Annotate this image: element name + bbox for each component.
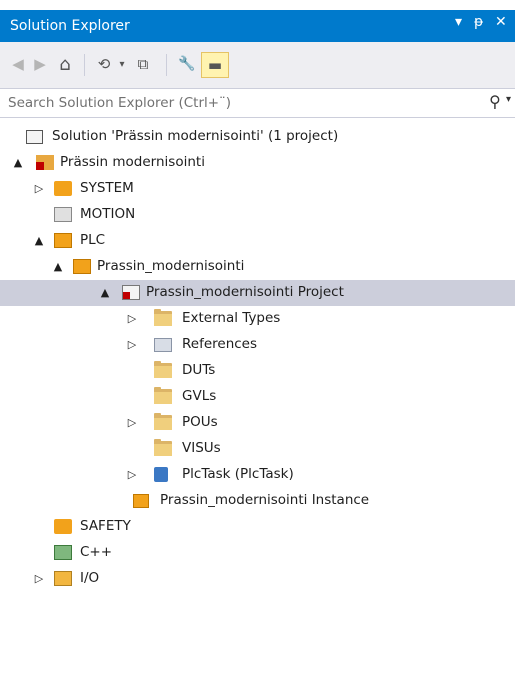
tree-item-pous[interactable]: ▷ POUs <box>0 410 515 436</box>
tree-item-external-types[interactable]: ▷ External Types <box>0 306 515 332</box>
home-icon[interactable]: ⌂ <box>54 52 76 76</box>
collapse-icon[interactable]: ▲ <box>12 156 24 169</box>
tree-item-label: External Types <box>182 310 281 326</box>
toolbar-separator <box>84 54 85 76</box>
preview-selected-items-icon[interactable]: ▬ <box>201 52 229 78</box>
pending-changes-dropdown-icon[interactable]: ▾ <box>117 52 127 76</box>
plc-project-icon <box>73 259 91 274</box>
expand-icon[interactable]: ▷ <box>126 312 138 325</box>
motion-icon <box>54 207 72 222</box>
tree-item-plc-project[interactable]: ▲ Prassin_modernisointi <box>0 254 515 280</box>
folder-icon <box>154 413 172 430</box>
expand-icon[interactable]: ▷ <box>33 572 45 585</box>
title-bar: Solution Explorer ▾ ᵽ ✕ <box>0 0 515 42</box>
search-input[interactable]: Search Solution Explorer (Ctrl+¨) <box>8 95 231 111</box>
plc-project-file-icon <box>122 285 140 300</box>
search-icon[interactable]: ⚲ <box>489 92 501 111</box>
tree-item-cpp[interactable]: C++ <box>0 540 515 566</box>
tree-item-label: POUs <box>182 414 218 430</box>
tree-item-label: PlcTask (PlcTask) <box>182 466 294 482</box>
folder-icon <box>154 387 172 404</box>
tree-item-motion[interactable]: MOTION <box>0 202 515 228</box>
tree-item-references[interactable]: ▷ References <box>0 332 515 358</box>
cpp-icon <box>54 545 72 560</box>
window-title: Solution Explorer <box>10 18 130 34</box>
tree-item-solution[interactable]: Solution 'Prässin modernisointi' (1 proj… <box>0 124 515 150</box>
tree-item-safety[interactable]: SAFETY <box>0 514 515 540</box>
tree-item-duts[interactable]: DUTs <box>0 358 515 384</box>
tree-item-label: SAFETY <box>80 518 131 534</box>
tree-item-label: Prässin modernisointi <box>60 154 205 170</box>
tree-item-label: References <box>182 336 258 352</box>
tree-item-label: VISUs <box>182 440 221 456</box>
close-icon[interactable]: ✕ <box>495 14 507 30</box>
tree-item-label: C++ <box>80 544 113 560</box>
folder-icon <box>154 439 172 456</box>
tree-item-label: DUTs <box>182 362 216 378</box>
toolbar-separator <box>166 54 167 76</box>
plc-icon <box>54 233 72 248</box>
tree-item-label: GVLs <box>182 388 217 404</box>
tree-item-plc-project-file[interactable]: ▲ Prassin_modernisointi Project <box>0 280 515 306</box>
tree-item-label: Prassin_modernisointi Instance <box>160 492 370 508</box>
folder-icon <box>154 361 172 378</box>
search-options-dropdown-icon[interactable]: ▾ <box>506 94 511 105</box>
io-icon <box>54 571 72 586</box>
tree-item-visus[interactable]: VISUs <box>0 436 515 462</box>
tree-item-gvls[interactable]: GVLs <box>0 384 515 410</box>
plc-instance-icon <box>133 494 149 508</box>
references-icon <box>154 338 172 352</box>
collapse-icon[interactable]: ▲ <box>33 234 45 247</box>
expand-icon[interactable]: ▷ <box>126 468 138 481</box>
tree-item-plc-instance[interactable]: Prassin_modernisointi Instance <box>0 488 515 514</box>
tree-item-label: Prassin_modernisointi Project <box>146 284 344 300</box>
collapse-all-icon[interactable]: ⧉ <box>131 52 155 76</box>
search-box[interactable]: Search Solution Explorer (Ctrl+¨) ⚲ ▾ <box>0 88 515 118</box>
tree-item-label: Solution 'Prässin modernisointi' (1 proj… <box>52 128 339 144</box>
pin-icon[interactable]: ᵽ <box>474 14 483 30</box>
tree-item-plc[interactable]: ▲ PLC <box>0 228 515 254</box>
expand-icon[interactable]: ▷ <box>33 182 45 195</box>
collapse-icon[interactable]: ▲ <box>99 286 111 299</box>
tree-item-system[interactable]: ▷ SYSTEM <box>0 176 515 202</box>
tree-item-plctask[interactable]: ▷ PlcTask (PlcTask) <box>0 462 515 488</box>
tree-item-project[interactable]: ▲ Prässin modernisointi <box>0 150 515 176</box>
window-options-dropdown-icon[interactable]: ▾ <box>455 14 462 30</box>
task-icon <box>154 467 168 482</box>
tree-item-label: I/O <box>80 570 100 586</box>
system-icon <box>54 181 72 196</box>
expand-icon[interactable]: ▷ <box>126 338 138 351</box>
tree-item-label: SYSTEM <box>80 180 134 196</box>
forward-icon[interactable]: ▶ <box>30 52 50 76</box>
tree-item-label: PLC <box>80 232 106 248</box>
properties-icon[interactable]: 🔧 <box>174 52 200 76</box>
expand-icon[interactable]: ▷ <box>126 416 138 429</box>
toolbar: ◀ ▶ ⌂ ⟲ ▾ ⧉ 🔧 ▬ <box>0 42 515 88</box>
project-icon <box>36 155 54 170</box>
solution-icon <box>26 130 43 144</box>
tree-item-label: MOTION <box>80 206 136 222</box>
collapse-icon[interactable]: ▲ <box>52 260 64 273</box>
tree-item-label: Prassin_modernisointi <box>97 258 245 274</box>
folder-icon <box>154 309 172 326</box>
safety-icon <box>54 519 72 534</box>
tree-item-io[interactable]: ▷ I/O <box>0 566 515 592</box>
pending-changes-icon[interactable]: ⟲ <box>92 52 116 76</box>
back-icon[interactable]: ◀ <box>8 52 28 76</box>
